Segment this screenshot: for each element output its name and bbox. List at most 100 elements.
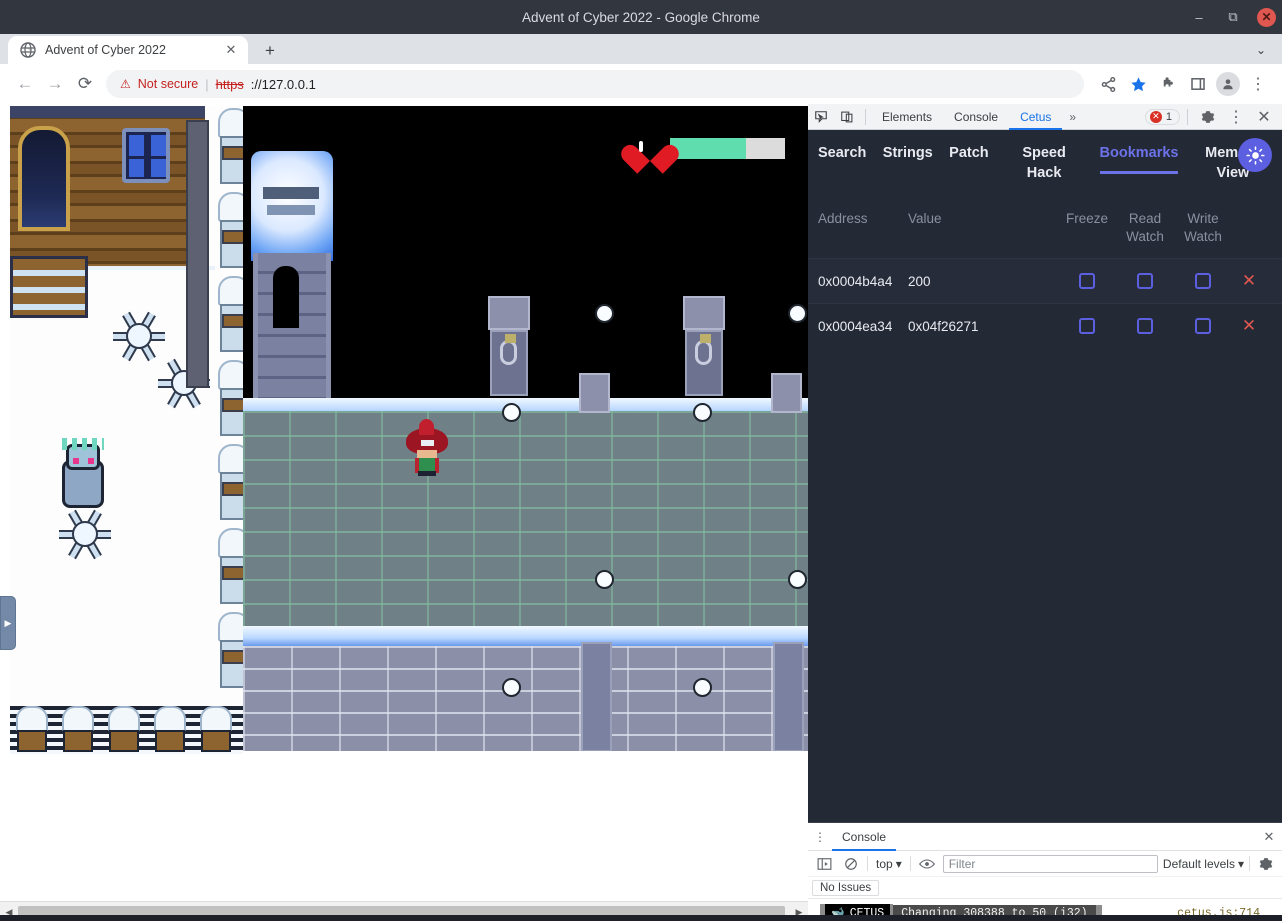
game-lamp-post xyxy=(488,296,530,396)
browser-tab[interactable]: Advent of Cyber 2022 ✕ xyxy=(8,36,248,64)
console-filter-input[interactable]: Filter xyxy=(942,854,1158,873)
tab-search-chevron-down-icon[interactable]: ⌄ xyxy=(1250,40,1272,60)
game-main-canvas[interactable] xyxy=(243,106,808,751)
devtools-tab-bar: Elements Console Cetus » ✕ 1 ⋮ ✕ xyxy=(808,104,1282,130)
devtools-settings-gear-icon[interactable] xyxy=(1195,104,1221,130)
stone-pillar-cap xyxy=(771,373,802,413)
theme-toggle-sun-icon[interactable] xyxy=(1238,138,1272,172)
chrome-menu-icon[interactable]: ⋮ xyxy=(1244,70,1272,98)
inspect-element-icon[interactable] xyxy=(808,104,834,130)
device-toolbar-icon[interactable] xyxy=(834,104,860,130)
browser-tab-strip: Advent of Cyber 2022 ✕ + ⌄ xyxy=(0,34,1282,64)
window-title-bar: Advent of Cyber 2022 - Google Chrome – ⧉… xyxy=(0,0,1282,34)
console-log-levels-dropdown[interactable]: Default levels ▾ xyxy=(1163,857,1244,871)
game-grey-pillar xyxy=(186,120,209,388)
toolbar-divider xyxy=(865,108,866,125)
error-count: 1 xyxy=(1165,110,1172,123)
delete-bookmark-icon[interactable]: ✕ xyxy=(1232,316,1266,336)
read-watch-checkbox[interactable] xyxy=(1137,318,1153,335)
cetus-tab-bookmarks[interactable]: Bookmarks xyxy=(1099,144,1179,174)
profile-avatar-icon[interactable] xyxy=(1214,70,1242,98)
wood-log-stack xyxy=(10,256,88,318)
toolbar-divider xyxy=(1249,856,1250,871)
toolbar-divider xyxy=(909,856,911,871)
write-watch-checkbox[interactable] xyxy=(1195,273,1211,290)
snowball xyxy=(693,678,712,697)
bookmark-row[interactable]: 0x0004b4a4 200 ✕ xyxy=(808,258,1282,304)
bookmark-address: 0x0004b4a4 xyxy=(818,273,893,289)
read-watch-checkbox[interactable] xyxy=(1137,273,1153,290)
browser-tab-title: Advent of Cyber 2022 xyxy=(45,43,166,57)
devtools-tab-cetus[interactable]: Cetus xyxy=(1009,104,1063,130)
write-watch-checkbox[interactable] xyxy=(1195,318,1211,335)
cetus-tab-strings[interactable]: Strings xyxy=(883,144,933,171)
console-issues-bar: No Issues xyxy=(808,877,1282,899)
forward-button[interactable]: → xyxy=(40,69,70,99)
console-context-selector[interactable]: top ▾ xyxy=(873,857,905,871)
new-tab-button[interactable]: + xyxy=(256,38,284,64)
console-settings-gear-icon[interactable] xyxy=(1255,853,1277,875)
more-tabs-chevron-icon[interactable]: » xyxy=(1062,110,1083,124)
bookmark-value[interactable]: 200 xyxy=(908,274,1058,289)
back-button[interactable]: ← xyxy=(10,69,40,99)
column-header-freeze: Freeze xyxy=(1065,211,1109,226)
delete-bookmark-icon[interactable]: ✕ xyxy=(1232,271,1266,291)
drawer-close-icon[interactable]: ✕ xyxy=(1256,823,1282,851)
minimize-button[interactable]: – xyxy=(1189,7,1209,27)
console-toolbar: top ▾ Filter Default levels ▾ xyxy=(808,851,1282,877)
devtools-tab-bar-actions: ✕ 1 ⋮ ✕ xyxy=(1144,104,1282,130)
bookmark-value[interactable]: 0x04f26271 xyxy=(908,319,1058,334)
cetus-tab-patch[interactable]: Patch xyxy=(949,144,989,171)
no-issues-button[interactable]: No Issues xyxy=(812,879,880,896)
window-title: Advent of Cyber 2022 - Google Chrome xyxy=(522,9,760,25)
share-icon[interactable] xyxy=(1094,70,1122,98)
game-ice-tower xyxy=(251,151,333,408)
clear-console-icon[interactable] xyxy=(840,853,862,875)
chevron-right-icon: ▶ xyxy=(4,617,12,628)
freeze-checkbox[interactable] xyxy=(1079,273,1095,290)
cetus-panel: Search Strings Patch Speed Hack Bookmark… xyxy=(808,130,1282,822)
console-sidebar-toggle-icon[interactable] xyxy=(813,853,835,875)
drawer-kebab-menu-icon[interactable]: ⋮ xyxy=(808,823,832,851)
page-side-drawer-handle[interactable]: ▶ xyxy=(0,596,16,650)
health-bar-fill xyxy=(670,137,746,159)
freeze-checkbox-cell xyxy=(1058,273,1116,290)
devtools-kebab-menu-icon[interactable]: ⋮ xyxy=(1223,104,1249,130)
read-watch-checkbox-cell xyxy=(1116,273,1174,290)
freeze-checkbox[interactable] xyxy=(1079,318,1095,335)
cetus-tab-speed-hack[interactable]: Speed Hack xyxy=(1005,144,1083,190)
maximize-button[interactable]: ⧉ xyxy=(1223,7,1243,27)
game-snowfield-scene xyxy=(10,106,250,754)
devtools-tab-elements[interactable]: Elements xyxy=(871,104,943,130)
extensions-puzzle-icon[interactable] xyxy=(1154,70,1182,98)
cabin-roof xyxy=(10,106,205,118)
stone-pillar-cap xyxy=(579,373,610,413)
game-canvas-area[interactable]: ▶ xyxy=(0,104,808,899)
console-drawer: ⋮ Console ✕ top ▾ Filter Default levels … xyxy=(808,822,1282,921)
close-tab-icon[interactable]: ✕ xyxy=(222,41,240,59)
reload-button[interactable]: ⟳ xyxy=(70,69,100,99)
devtools-tab-console[interactable]: Console xyxy=(943,104,1009,130)
browser-toolbar: ← → ⟳ ⚠ Not secure | https://127.0.0.1 xyxy=(0,64,1282,104)
error-count-badge[interactable]: ✕ 1 xyxy=(1144,108,1180,125)
side-panel-icon[interactable] xyxy=(1184,70,1212,98)
drawer-tab-console[interactable]: Console xyxy=(832,823,897,851)
omnibox-divider: | xyxy=(205,76,209,92)
barrel xyxy=(196,706,236,754)
bookmark-row[interactable]: 0x0004ea34 0x04f26271 ✕ xyxy=(808,303,1282,348)
address-bar[interactable]: ⚠ Not secure | https://127.0.0.1 xyxy=(106,70,1084,98)
write-watch-checkbox-cell xyxy=(1174,273,1232,290)
write-watch-checkbox-cell xyxy=(1174,318,1232,335)
security-status-text[interactable]: Not secure xyxy=(138,77,198,91)
column-header-write-watch: Write Watch xyxy=(1184,211,1222,245)
live-expression-eye-icon[interactable] xyxy=(916,853,938,875)
bookmark-star-icon[interactable] xyxy=(1124,70,1152,98)
url-scheme: https xyxy=(215,76,244,92)
health-bar-track xyxy=(670,137,785,159)
game-cabin xyxy=(10,106,205,271)
devtools-close-icon[interactable]: ✕ xyxy=(1251,104,1277,130)
devtools-panel: Elements Console Cetus » ✕ 1 ⋮ ✕ Search xyxy=(808,104,1282,921)
close-window-button[interactable]: ✕ xyxy=(1257,7,1276,27)
stone-pillar xyxy=(581,642,612,751)
cetus-tab-search[interactable]: Search xyxy=(818,144,866,171)
